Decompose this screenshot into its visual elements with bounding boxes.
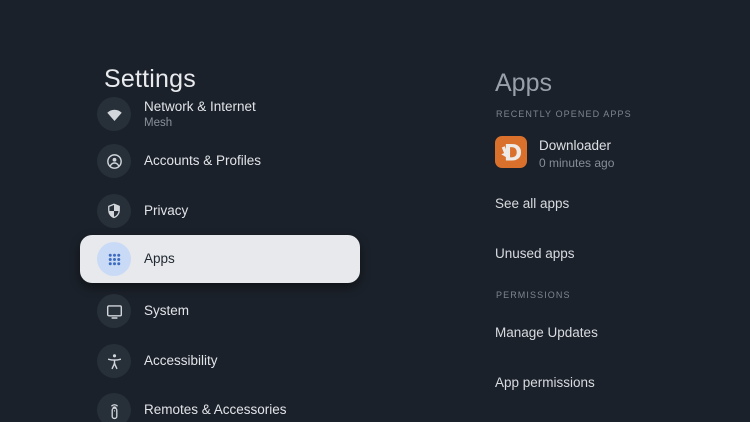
display-icon <box>97 294 131 328</box>
sidebar-item-sublabel: Mesh <box>144 116 173 129</box>
sidebar-item-label: Accessibility <box>144 353 218 368</box>
shield-icon <box>97 194 131 228</box>
downloader-app-icon: D <box>495 136 527 168</box>
sidebar-item-label: Accounts & Profiles <box>144 153 262 168</box>
sidebar-item-accounts-profiles[interactable]: Accounts & Profiles <box>80 138 360 184</box>
account-circle-icon <box>97 144 131 178</box>
sidebar-item-remotes-accessories[interactable]: Remotes & Accessories <box>80 387 360 422</box>
settings-screen: Settings Network & Internet Mesh Account… <box>0 0 750 422</box>
sidebar-item-network-internet[interactable]: Network & Internet Mesh <box>80 91 360 137</box>
sidebar-item-accessibility[interactable]: Accessibility <box>80 338 360 384</box>
remote-control-icon <box>97 393 131 422</box>
detail-panel-title: Apps <box>495 68 552 97</box>
recent-app-last-opened: 0 minutes ago <box>539 156 615 170</box>
permissions-label: PERMISSIONS <box>496 290 571 300</box>
sidebar-item-label: Apps <box>144 251 175 266</box>
apps-grid-icon <box>97 242 131 276</box>
recently-opened-apps-label: RECENTLY OPENED APPS <box>496 109 632 119</box>
unused-apps-link[interactable]: Unused apps <box>495 246 575 262</box>
sidebar-item-label: System <box>144 303 190 318</box>
page-title: Settings <box>104 64 196 93</box>
sidebar-item-privacy[interactable]: Privacy <box>80 188 360 234</box>
recent-app-downloader[interactable]: D Downloader 0 minutes ago <box>495 136 614 171</box>
recent-app-name: Downloader <box>539 138 612 153</box>
wifi-icon <box>97 97 131 131</box>
manage-updates-link[interactable]: Manage Updates <box>495 325 598 341</box>
sidebar-item-system[interactable]: System <box>80 288 360 334</box>
see-all-apps-link[interactable]: See all apps <box>495 196 569 212</box>
sidebar-item-apps[interactable]: Apps <box>80 235 360 283</box>
accessibility-person-icon <box>97 344 131 378</box>
sidebar-item-label: Network & Internet <box>144 98 256 114</box>
app-permissions-link[interactable]: App permissions <box>495 375 595 391</box>
sidebar-item-label: Privacy <box>144 203 189 218</box>
sidebar-item-label: Remotes & Accessories <box>144 402 287 417</box>
